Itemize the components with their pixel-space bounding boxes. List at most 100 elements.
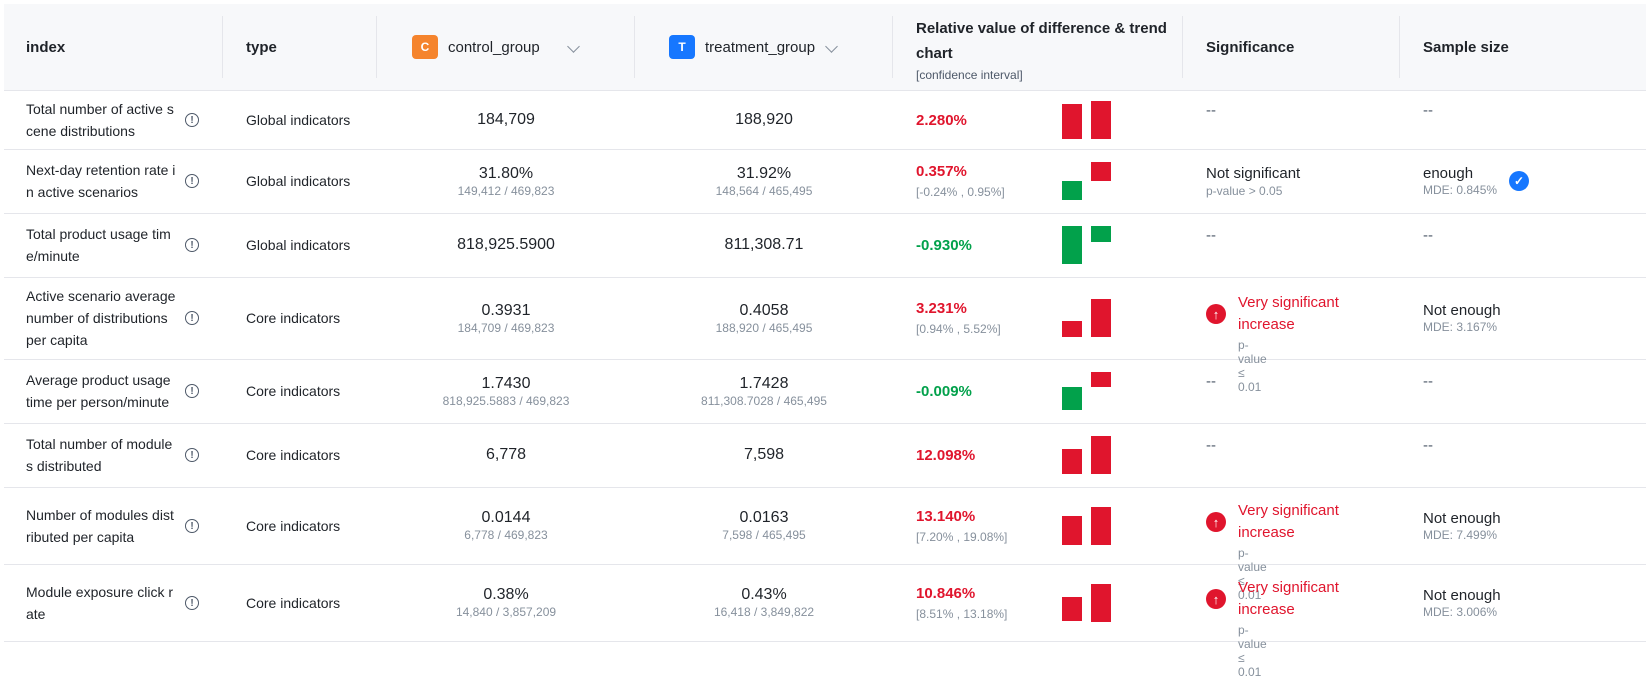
- trend-chart: [1062, 277, 1112, 359]
- trend-bar-treatment[interactable]: [1091, 162, 1111, 181]
- trend-bar-control[interactable]: [1062, 448, 1082, 474]
- header-confidence-interval: [confidence interval]: [916, 68, 1023, 82]
- sample-size-text: Not enough: [1423, 586, 1501, 604]
- trend-bar-control[interactable]: [1062, 597, 1082, 622]
- metric-name: Active scenario average number of distri…: [26, 288, 176, 348]
- treatment-value: 0.4058 188,920 / 465,495: [634, 277, 894, 359]
- trend-bar-treatment[interactable]: [1091, 372, 1111, 388]
- column-divider[interactable]: [1399, 16, 1400, 78]
- chevron-down-icon[interactable]: [825, 40, 838, 53]
- significance-text: Not significant: [1206, 164, 1301, 182]
- significance-empty: --: [1206, 102, 1216, 119]
- table-row[interactable]: Module exposure click rate! Core indicato…: [4, 564, 1646, 679]
- column-divider[interactable]: [222, 16, 223, 78]
- sample-size: Not enough MDE: 7.499%: [1423, 487, 1501, 564]
- trend-bar-treatment[interactable]: [1091, 226, 1111, 242]
- control-group-selector[interactable]: C control_group: [412, 4, 540, 90]
- metric-name: Total number of active scene distributio…: [26, 101, 174, 139]
- control-main-value: 6,778: [485, 446, 527, 463]
- trend-chart: [1062, 564, 1112, 641]
- control-ratio: 149,412 / 469,823: [457, 183, 555, 198]
- mde-value: MDE: 3.167%: [1423, 320, 1498, 334]
- header-index[interactable]: index: [26, 4, 65, 90]
- header-type[interactable]: type: [246, 4, 277, 90]
- trend-bar-control[interactable]: [1062, 321, 1082, 337]
- control-value: 0.3931 184,709 / 469,823: [376, 277, 636, 359]
- table-row[interactable]: Number of modules distributed per capita…: [4, 487, 1646, 602]
- control-main-value: 818,925.5900: [457, 236, 555, 253]
- sample-size-empty: --: [1423, 102, 1433, 119]
- info-icon[interactable]: !: [185, 113, 199, 127]
- control-main-value: 0.0144: [481, 509, 531, 526]
- treatment-ratio: 16,418 / 3,849,822: [713, 605, 815, 619]
- significance-text: Very significant increase: [1238, 502, 1339, 541]
- treatment-value: 188,920: [634, 91, 894, 149]
- treatment-value: 31.92% 148,564 / 465,495: [634, 149, 894, 213]
- trend-bar-treatment[interactable]: [1091, 583, 1111, 622]
- header-sample-size: Sample size: [1423, 38, 1509, 56]
- trend-bar-control[interactable]: [1062, 226, 1082, 264]
- confidence-interval: [0.94% , 5.52%]: [916, 322, 1001, 336]
- column-divider[interactable]: [892, 16, 893, 78]
- column-divider[interactable]: [1182, 16, 1183, 78]
- info-icon[interactable]: !: [185, 448, 199, 462]
- metric-name: Total number of modules distributed: [26, 436, 173, 474]
- chevron-down-icon[interactable]: [567, 40, 580, 53]
- p-value: p-value ≤ 0.01: [1238, 623, 1267, 679]
- info-icon[interactable]: !: [185, 174, 199, 188]
- table-row[interactable]: Total number of active scene distributio…: [4, 91, 1646, 150]
- significance-empty: --: [1206, 373, 1216, 390]
- trend-bar-control[interactable]: [1062, 181, 1082, 200]
- table-row[interactable]: Total product usage time/minute! Global i…: [4, 213, 1646, 278]
- column-divider[interactable]: [376, 16, 377, 78]
- control-main-value: 1.7430: [481, 374, 531, 392]
- sample-size-text: enough: [1423, 165, 1474, 182]
- metric-type: Global indicators: [246, 237, 351, 253]
- table-row[interactable]: Average product usage time per person/mi…: [4, 359, 1646, 424]
- trend-bar-treatment[interactable]: [1091, 101, 1111, 139]
- trend-bar-control[interactable]: [1062, 516, 1082, 545]
- treatment-main-value: 0.43%: [741, 586, 787, 603]
- control-group-badge: C: [412, 35, 438, 59]
- control-value: 184,709: [376, 91, 636, 149]
- sample-size-text: Not enough: [1423, 509, 1501, 527]
- column-divider[interactable]: [634, 16, 635, 78]
- trend-bar-control[interactable]: [1062, 387, 1082, 410]
- treatment-main-value: 31.92%: [736, 164, 792, 182]
- trend-bar-control[interactable]: [1062, 104, 1082, 139]
- control-value: 1.7430 818,925.5883 / 469,823: [376, 359, 636, 423]
- table-row[interactable]: Active scenario average number of distri…: [4, 277, 1646, 394]
- confidence-interval: [8.51% , 13.18%]: [916, 606, 1008, 621]
- trend-chart: [1062, 149, 1112, 213]
- sample-size-text: Not enough: [1423, 302, 1501, 319]
- info-icon[interactable]: !: [185, 311, 199, 325]
- arrow-up-icon: ↑: [1206, 512, 1226, 532]
- table-row[interactable]: Next-day retention rate in active scenar…: [4, 149, 1646, 214]
- trend-bar-treatment[interactable]: [1091, 299, 1111, 337]
- info-icon[interactable]: !: [185, 384, 199, 398]
- treatment-value: 0.0163 7,598 / 465,495: [634, 487, 894, 564]
- sample-size-empty: --: [1423, 373, 1433, 390]
- info-icon[interactable]: !: [185, 238, 199, 252]
- treatment-main-value: 0.4058: [739, 301, 789, 319]
- metric-type: Core indicators: [246, 517, 341, 534]
- metric-name: Module exposure click rate: [26, 583, 174, 622]
- trend-chart: [1062, 359, 1112, 423]
- metric-type: Core indicators: [246, 447, 341, 463]
- control-ratio: 6,778 / 469,823: [464, 528, 548, 542]
- info-icon[interactable]: !: [185, 519, 199, 533]
- info-icon[interactable]: !: [185, 596, 199, 610]
- trend-bar-treatment[interactable]: [1091, 506, 1111, 545]
- mde-value: MDE: 7.499%: [1423, 527, 1498, 542]
- trend-bar-treatment[interactable]: [1091, 436, 1111, 474]
- table-header: index type C control_group T treatment_g…: [4, 4, 1646, 91]
- control-value: 0.38% 14,840 / 3,857,209: [376, 564, 636, 641]
- relative-percent: -0.930%: [916, 236, 972, 254]
- treatment-group-selector[interactable]: T treatment_group: [669, 4, 815, 90]
- table-row[interactable]: Total number of modules distributed! Core…: [4, 423, 1646, 488]
- trend-chart: [1062, 487, 1112, 564]
- relative-difference: 12.098%: [916, 423, 975, 487]
- treatment-ratio: 811,308.7028 / 465,495: [701, 393, 827, 408]
- header-relative-difference: Relative value of difference & trend cha…: [916, 20, 1167, 62]
- significance-text: Very significant increase: [1238, 579, 1339, 618]
